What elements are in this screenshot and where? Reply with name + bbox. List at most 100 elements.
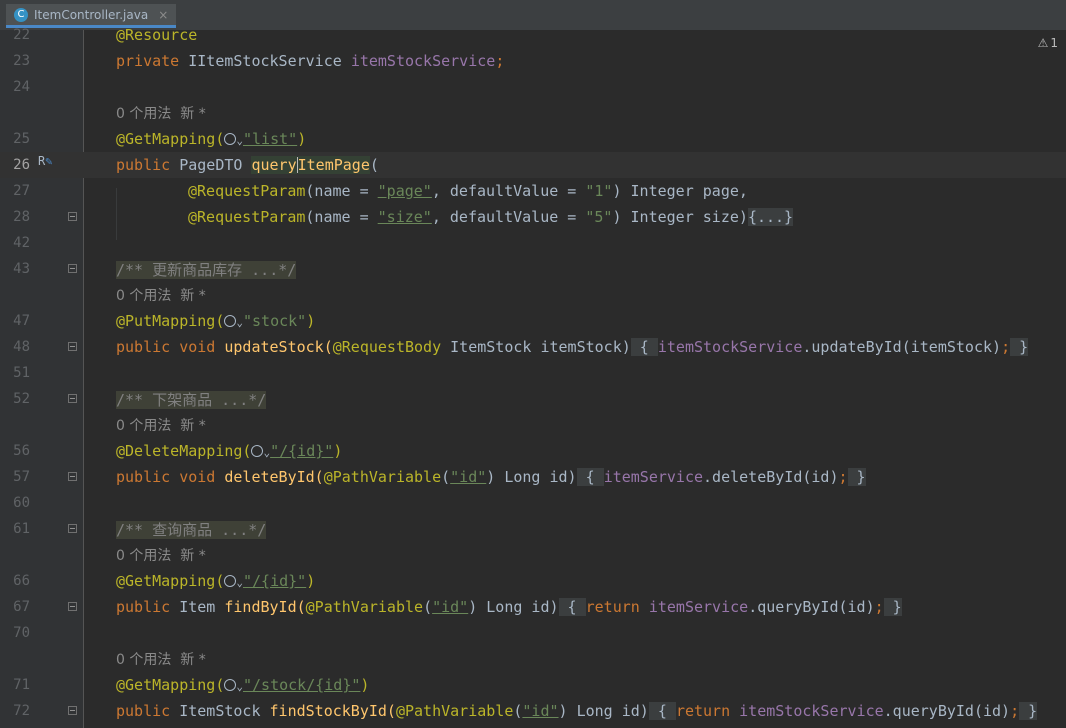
globe-icon[interactable] <box>224 575 237 587</box>
method-name-b: ItemPage <box>297 156 370 174</box>
line-number: 22 <box>13 27 30 43</box>
folded-comment[interactable]: /** 更新商品库存 ...*/ <box>116 260 297 279</box>
code-part: ) Long id) <box>468 598 559 616</box>
folded-comment[interactable]: /** 下架商品 ...*/ <box>116 390 267 409</box>
code-text: @Resource <box>116 26 197 44</box>
field-name: itemService <box>648 598 749 616</box>
chevron-down-icon[interactable]: ⌄ <box>236 134 243 147</box>
fold-toggle[interactable] <box>68 524 77 533</box>
chevron-down-icon[interactable]: ⌄ <box>236 680 243 693</box>
chevron-down-icon[interactable]: ⌄ <box>236 316 243 329</box>
chevron-down-icon[interactable]: ⌄ <box>236 576 243 589</box>
semicolon: ; <box>838 468 848 486</box>
annotation: @RequestParam <box>188 208 306 226</box>
string-literal: "/stock/{id}" <box>243 676 361 694</box>
usage-hint-text: 0 个用法 新 * <box>116 415 206 435</box>
line-number: 56 <box>13 443 30 459</box>
paren: ( <box>369 156 379 174</box>
folded-brace[interactable]: } <box>1019 702 1038 720</box>
type-name: IItemStockService <box>188 52 351 70</box>
type-name: Item <box>179 598 225 616</box>
code-part: ( <box>441 468 451 486</box>
fold-toggle[interactable] <box>68 264 77 273</box>
code-text: public void updateStock(@RequestBody Ite… <box>116 338 1029 356</box>
fold-toggle[interactable] <box>68 342 77 351</box>
folded-comment[interactable]: /** 查询商品 ...*/ <box>116 520 267 539</box>
line-number: 61 <box>13 521 30 537</box>
folded-block[interactable]: {...} <box>747 208 794 226</box>
line-number: 60 <box>13 495 30 511</box>
annotation: @RequestParam <box>188 182 306 200</box>
method-call: .updateById(itemStock) <box>802 338 1002 356</box>
usage-hint[interactable]: 0 个用法 新 * <box>0 542 1066 568</box>
type-name: ItemStock <box>179 702 270 720</box>
method-call: .deleteById(id) <box>703 468 839 486</box>
folded-brace[interactable]: { <box>648 702 676 720</box>
fold-toggle[interactable] <box>68 706 77 715</box>
close-icon[interactable]: × <box>158 8 168 22</box>
paren: ) <box>297 130 307 148</box>
line-number: 24 <box>13 79 30 95</box>
string-literal: "stock" <box>243 312 307 330</box>
string-literal: "page" <box>377 182 432 200</box>
string-literal: "list" <box>243 130 298 148</box>
usage-hint[interactable]: 0 个用法 新 * <box>0 646 1066 672</box>
string-literal: "size" <box>377 208 432 226</box>
code-line: 27 @RequestParam(name = "page", defaultV… <box>0 178 1066 204</box>
code-line: 28 @RequestParam(name = "size", defaultV… <box>0 204 1066 230</box>
code-text: @GetMapping(⌄"/{id}") <box>116 572 315 590</box>
code-part: (name = <box>305 208 378 226</box>
code-line: 70 <box>0 620 1066 646</box>
paren: ) <box>360 676 370 694</box>
fold-toggle[interactable] <box>68 602 77 611</box>
folded-brace[interactable]: { <box>558 598 586 616</box>
folded-brace[interactable]: } <box>847 468 866 486</box>
keyword: public void <box>116 338 225 356</box>
line-number: 23 <box>13 53 30 69</box>
implemented-marker-icon[interactable]: R✎ <box>38 154 52 168</box>
folded-brace[interactable]: } <box>1010 338 1029 356</box>
globe-icon[interactable] <box>224 133 237 145</box>
code-line: 66 @GetMapping(⌄"/{id}") <box>0 568 1066 594</box>
code-text: @DeleteMapping(⌄"/{id}") <box>116 442 342 460</box>
keyword: return <box>675 702 740 720</box>
fold-toggle[interactable] <box>68 394 77 403</box>
code-line-current: 26 R✎ public PageDTO queryItemPage( <box>0 152 1066 178</box>
string-literal: "id" <box>450 468 487 486</box>
line-number: 71 <box>13 677 30 693</box>
code-line: 22 @Resource <box>0 22 1066 48</box>
code-line: 57 public void deleteById(@PathVariable(… <box>0 464 1066 490</box>
semicolon: ; <box>1010 702 1020 720</box>
keyword: public <box>116 598 180 616</box>
keyword: public <box>116 702 180 720</box>
code-part: ) Integer page, <box>612 182 748 200</box>
usage-hint[interactable]: 0 个用法 新 * <box>0 412 1066 438</box>
usage-hint[interactable]: 0 个用法 新 * <box>0 282 1066 308</box>
folded-brace[interactable]: { <box>576 468 604 486</box>
code-text: private IItemStockService itemStockServi… <box>116 52 504 70</box>
code-part: ItemStock itemStock) <box>441 338 631 356</box>
fold-toggle[interactable] <box>68 472 77 481</box>
usage-count: 0 个用法 <box>116 548 172 564</box>
usage-hint[interactable]: 0 个用法 新 * <box>0 100 1066 126</box>
method-call: .queryById(id) <box>883 702 1011 720</box>
folded-brace[interactable]: { <box>630 338 658 356</box>
code-editor[interactable]: ⚠ 1 22 @Resource 23 private IItemStockSe… <box>0 26 1066 728</box>
folded-brace[interactable]: } <box>883 598 902 616</box>
line-number: 72 <box>13 703 30 719</box>
globe-icon[interactable] <box>251 445 264 457</box>
line-number: 26 <box>13 157 30 173</box>
semicolon: ; <box>874 598 884 616</box>
line-number: 57 <box>13 469 30 485</box>
globe-icon[interactable] <box>224 315 237 327</box>
usage-count: 0 个用法 <box>116 288 172 304</box>
author-hint: 新 * <box>180 106 206 122</box>
fold-toggle[interactable] <box>68 212 77 221</box>
globe-icon[interactable] <box>224 679 237 691</box>
code-line: 52 /** 下架商品 ...*/ <box>0 386 1066 412</box>
keyword: return <box>585 598 649 616</box>
annotation: @Resource <box>116 26 198 44</box>
line-number: 25 <box>13 131 30 147</box>
annotation: @RequestBody <box>332 338 442 356</box>
string-literal: "id" <box>522 702 559 720</box>
